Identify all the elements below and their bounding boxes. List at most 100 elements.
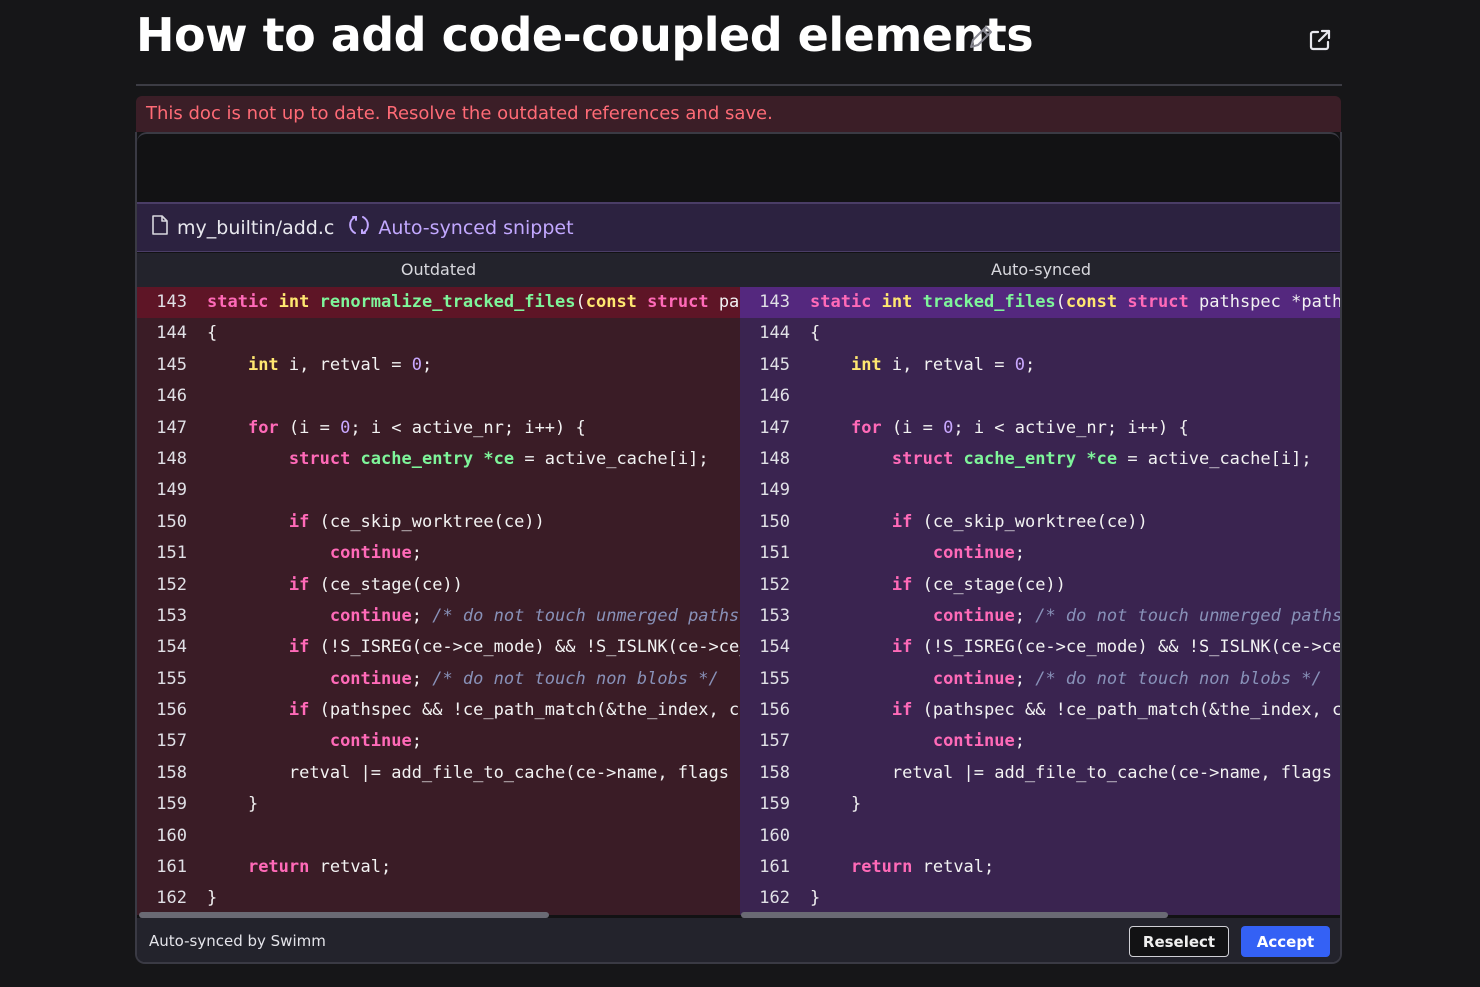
code-text: for (i = 0; i < active_nr; i++) { bbox=[207, 413, 586, 444]
line-number: 160 bbox=[156, 825, 187, 846]
code-token: (pathspec && !ce_path_match(&the_index, … bbox=[319, 700, 740, 721]
code-token: int bbox=[278, 292, 320, 312]
code-line: 153 continue; /* do not touch unmerged p… bbox=[740, 601, 1342, 632]
line-number: 148 bbox=[759, 448, 790, 469]
code-token: i, retval = bbox=[891, 354, 1015, 375]
code-text: continue; bbox=[207, 538, 422, 569]
code-token: continue bbox=[932, 731, 1015, 752]
line-number: 149 bbox=[156, 480, 187, 501]
code-token: /* do not touch unmerged paths */ bbox=[1035, 605, 1342, 626]
code-token: struct bbox=[647, 292, 719, 312]
code-token: (ce_skip_worktree(ce)) bbox=[319, 511, 545, 532]
outdated-code-pane[interactable]: 143 static int renormalize_tracked_files(… bbox=[137, 287, 740, 915]
snippet-header: my_builtin/add.c Auto-synced snippet bbox=[137, 202, 1340, 252]
code-token: cache_entry bbox=[963, 448, 1087, 469]
code-text: if (pathspec && !ce_path_match(&the_inde… bbox=[810, 695, 1340, 726]
code-token: retval |= add_file_to_cache(ce->name, fl… bbox=[288, 762, 740, 783]
auto-synced-by-label: Auto-synced by Swimm bbox=[149, 932, 326, 950]
code-token: static bbox=[810, 292, 882, 312]
code-text: } bbox=[207, 789, 258, 820]
code-token: for bbox=[247, 417, 289, 438]
code-token: } bbox=[207, 888, 218, 909]
line-number: 156 bbox=[759, 700, 790, 721]
line-number: 162 bbox=[156, 888, 187, 909]
line-number: 158 bbox=[156, 762, 187, 783]
auto-synced-code-pane[interactable]: 143 static int tracked_files(const struct… bbox=[740, 287, 1342, 915]
code-line: 158 retval |= add_file_to_cache(ce->name… bbox=[137, 758, 740, 789]
accept-button[interactable]: Accept bbox=[1241, 926, 1330, 957]
outdated-column-header: Outdated bbox=[137, 253, 740, 287]
code-token: (ce_stage(ce)) bbox=[922, 574, 1066, 595]
title-divider bbox=[136, 84, 1342, 86]
code-text: if (ce_skip_worktree(ce)) bbox=[810, 507, 1148, 538]
code-line: 160 bbox=[740, 821, 1340, 852]
sync-icon bbox=[348, 214, 370, 241]
pencil-icon[interactable] bbox=[966, 22, 996, 56]
code-line: 143 static int renormalize_tracked_files(… bbox=[137, 287, 740, 319]
code-token: } bbox=[810, 888, 821, 909]
code-text: { bbox=[207, 318, 217, 349]
code-token: 0 bbox=[411, 354, 422, 375]
outdated-warning-banner: This doc is not up to date. Resolve the … bbox=[136, 96, 1341, 132]
line-number: 144 bbox=[759, 323, 790, 344]
code-token: int bbox=[850, 354, 892, 375]
code-text: continue; /* do not touch unmerged paths… bbox=[207, 601, 740, 632]
code-token: int bbox=[247, 354, 289, 375]
external-link-icon[interactable] bbox=[1306, 26, 1334, 58]
code-text: continue; /* do not touch non blobs */ bbox=[207, 664, 719, 695]
snippet-description-area[interactable] bbox=[137, 132, 1340, 200]
code-line: 160 bbox=[137, 821, 740, 852]
auto-synced-column-header: Auto-synced bbox=[740, 253, 1340, 287]
file-icon bbox=[151, 214, 169, 241]
line-number: 146 bbox=[156, 386, 187, 407]
line-number: 162 bbox=[759, 888, 790, 909]
code-line: 149 bbox=[740, 475, 1340, 506]
line-number: 154 bbox=[759, 637, 790, 658]
code-token: 0 bbox=[1014, 354, 1025, 375]
code-token: ( bbox=[575, 292, 586, 312]
code-line: 152 if (ce_stage(ce)) bbox=[137, 570, 740, 601]
code-text: static int tracked_files(const struct pa… bbox=[810, 287, 1340, 318]
line-number: 153 bbox=[759, 605, 790, 626]
code-token: for bbox=[850, 417, 892, 438]
code-text: if (pathspec && !ce_path_match(&the_inde… bbox=[207, 695, 740, 726]
code-token: const bbox=[585, 292, 648, 312]
code-token: retval; bbox=[319, 857, 392, 878]
code-line: 144 { bbox=[137, 318, 740, 349]
line-number: 154 bbox=[156, 637, 187, 658]
reselect-button[interactable]: Reselect bbox=[1129, 926, 1229, 957]
code-token: } bbox=[810, 794, 862, 815]
code-token: continue bbox=[329, 543, 412, 564]
line-number: 157 bbox=[759, 731, 790, 752]
code-line: 156 if (pathspec && !ce_path_match(&the_… bbox=[137, 695, 740, 726]
page-title: How to add code-coupled elements bbox=[136, 8, 1034, 62]
code-line: 161 return retval; bbox=[137, 852, 740, 883]
line-number: 151 bbox=[759, 543, 790, 564]
code-token: continue bbox=[329, 668, 412, 689]
code-line: 144 { bbox=[740, 318, 1340, 349]
code-token: int bbox=[881, 292, 923, 312]
code-line: 147 for (i = 0; i < active_nr; i++) { bbox=[740, 413, 1340, 444]
code-line: 159 } bbox=[740, 789, 1340, 820]
code-token: if bbox=[288, 511, 320, 532]
code-token: ; bbox=[411, 543, 422, 564]
code-token: return bbox=[850, 857, 923, 878]
code-token: ; i < active_nr; i++) { bbox=[953, 417, 1189, 438]
code-text: if (ce_stage(ce)) bbox=[810, 570, 1066, 601]
snippet-file-name[interactable]: my_builtin/add.c bbox=[177, 217, 334, 239]
code-line: 143 static int tracked_files(const struct… bbox=[740, 287, 1340, 319]
code-token: *ce bbox=[1086, 448, 1118, 469]
code-token: ; i < active_nr; i++) { bbox=[350, 417, 586, 438]
code-token: continue bbox=[932, 605, 1015, 626]
code-text: retval |= add_file_to_cache(ce->name, fl… bbox=[207, 758, 740, 789]
code-line: 150 if (ce_skip_worktree(ce)) bbox=[740, 507, 1340, 538]
line-number: 145 bbox=[156, 354, 187, 375]
